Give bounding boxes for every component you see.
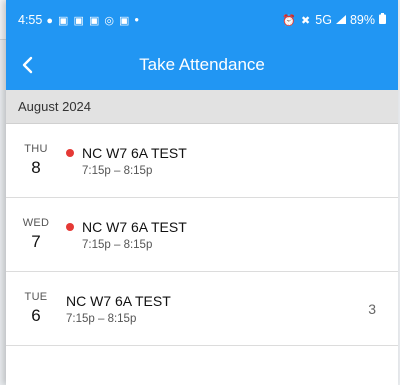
session-info: NC W7 6A TEST 7:15p – 8:15p <box>66 293 171 325</box>
status-time: 4:55 <box>18 13 43 27</box>
session-time: 7:15p – 8:15p <box>82 238 153 251</box>
session-date: WED 7 <box>6 217 66 252</box>
phone-screen: 4:55 ● ▣ ▣ ▣ ◎ ▣ • ⏰ ✖ 5G 89% Take Atten… <box>6 0 398 385</box>
session-list: THU 8 NC W7 6A TEST 7:15p – 8:15p WED 7 … <box>6 124 398 346</box>
session-row[interactable]: THU 8 NC W7 6A TEST 7:15p – 8:15p <box>6 124 398 198</box>
battery-percent: 89% <box>349 13 375 27</box>
red-dot-icon <box>66 148 74 157</box>
alarm-mute-icons: ⏰ ✖ <box>282 14 312 27</box>
network-type: 5G <box>315 13 332 27</box>
session-weekday: TUE <box>24 291 48 303</box>
session-name: NC W7 6A TEST <box>82 218 187 235</box>
session-time: 7:15p – 8:15p <box>82 164 153 177</box>
session-info: NC W7 6A TEST 7:15p – 8:15p <box>82 145 187 177</box>
session-row[interactable]: WED 7 NC W7 6A TEST 7:15p – 8:15p <box>6 198 398 272</box>
session-date: TUE 6 <box>6 291 66 326</box>
session-info: NC W7 6A TEST 7:15p – 8:15p <box>82 219 187 251</box>
session-row[interactable]: TUE 6 NC W7 6A TEST 7:15p – 8:15p 3 <box>6 272 398 346</box>
month-section-header: August 2024 <box>6 90 398 124</box>
session-day: 8 <box>31 158 41 177</box>
session-day: 7 <box>31 232 41 251</box>
session-weekday: THU <box>24 143 48 155</box>
status-right: ⏰ ✖ 5G 89% <box>282 13 386 27</box>
session-day: 6 <box>31 306 41 325</box>
red-dot-icon <box>66 222 74 231</box>
notification-icons: ● ▣ ▣ ▣ ◎ ▣ <box>46 14 131 27</box>
session-name: NC W7 6A TEST <box>82 144 187 161</box>
session-name: NC W7 6A TEST <box>66 292 171 309</box>
session-weekday: WED <box>22 217 50 229</box>
battery-icon <box>379 13 386 27</box>
status-left: 4:55 ● ▣ ▣ ▣ ◎ ▣ • <box>18 13 139 27</box>
chevron-left-icon <box>22 56 33 74</box>
page-title: Take Attendance <box>139 55 265 74</box>
session-time: 7:15p – 8:15p <box>66 312 137 325</box>
session-date: THU 8 <box>6 143 66 178</box>
signal-icon <box>335 13 346 27</box>
attendance-count: 3 <box>368 300 376 317</box>
status-bar: 4:55 ● ▣ ▣ ▣ ◎ ▣ • ⏰ ✖ 5G 89% <box>6 0 398 40</box>
back-button[interactable] <box>6 40 50 90</box>
app-bar: Take Attendance <box>6 40 398 90</box>
status-bullet: • <box>134 13 139 27</box>
